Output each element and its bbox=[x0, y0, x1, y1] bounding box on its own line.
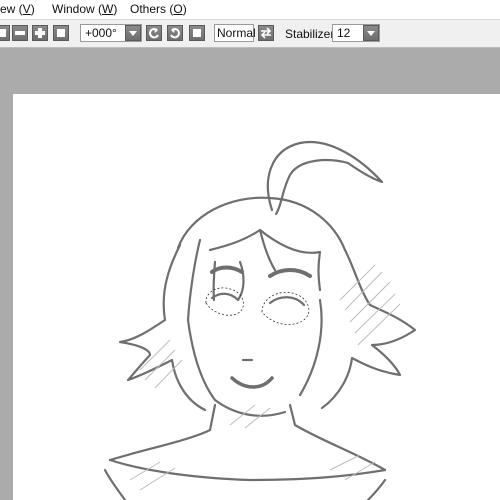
stabilizer-value: 12 bbox=[337, 26, 351, 40]
zoom-out-icon bbox=[15, 28, 25, 38]
dropdown-arrow-icon bbox=[366, 28, 376, 38]
stabilizer-label: Stabilizer bbox=[285, 27, 335, 41]
line-art-drawing bbox=[103, 140, 417, 500]
zoom-in-button[interactable] bbox=[32, 25, 48, 41]
fit-window-button[interactable] bbox=[53, 25, 69, 41]
zoom-out-button[interactable] bbox=[12, 25, 28, 41]
reset-rotation-button[interactable] bbox=[189, 25, 205, 41]
blend-mode-field[interactable]: Normal bbox=[214, 24, 256, 42]
rotate-left-icon bbox=[148, 27, 160, 39]
drawing-canvas[interactable] bbox=[13, 94, 500, 500]
dropdown-arrow-icon bbox=[128, 28, 138, 38]
stabilizer-dropdown-button[interactable] bbox=[363, 25, 379, 41]
rotate-right-icon bbox=[169, 27, 181, 39]
rotate-right-button[interactable] bbox=[167, 25, 183, 41]
flip-button[interactable] bbox=[258, 25, 274, 41]
menu-others[interactable]: Others (O) bbox=[130, 2, 187, 16]
fit-window-icon bbox=[56, 28, 66, 38]
reset-rotation-icon bbox=[192, 28, 202, 38]
rotate-left-button[interactable] bbox=[146, 25, 162, 41]
zoom-in-icon bbox=[35, 28, 45, 38]
fit-icon[interactable] bbox=[0, 25, 10, 41]
menu-view[interactable]: ew (V) bbox=[0, 2, 35, 16]
rotation-dropdown-button[interactable] bbox=[125, 25, 141, 41]
rotation-value: +000° bbox=[85, 26, 117, 40]
flip-icon bbox=[260, 27, 272, 39]
blend-mode-value: Normal bbox=[217, 26, 256, 40]
menu-window[interactable]: Window (W) bbox=[52, 2, 117, 16]
view-toolbar: +000° Normal Stabilizer 12 bbox=[0, 20, 500, 48]
menu-bar: ew (V) Window (W) Others (O) bbox=[0, 0, 500, 20]
